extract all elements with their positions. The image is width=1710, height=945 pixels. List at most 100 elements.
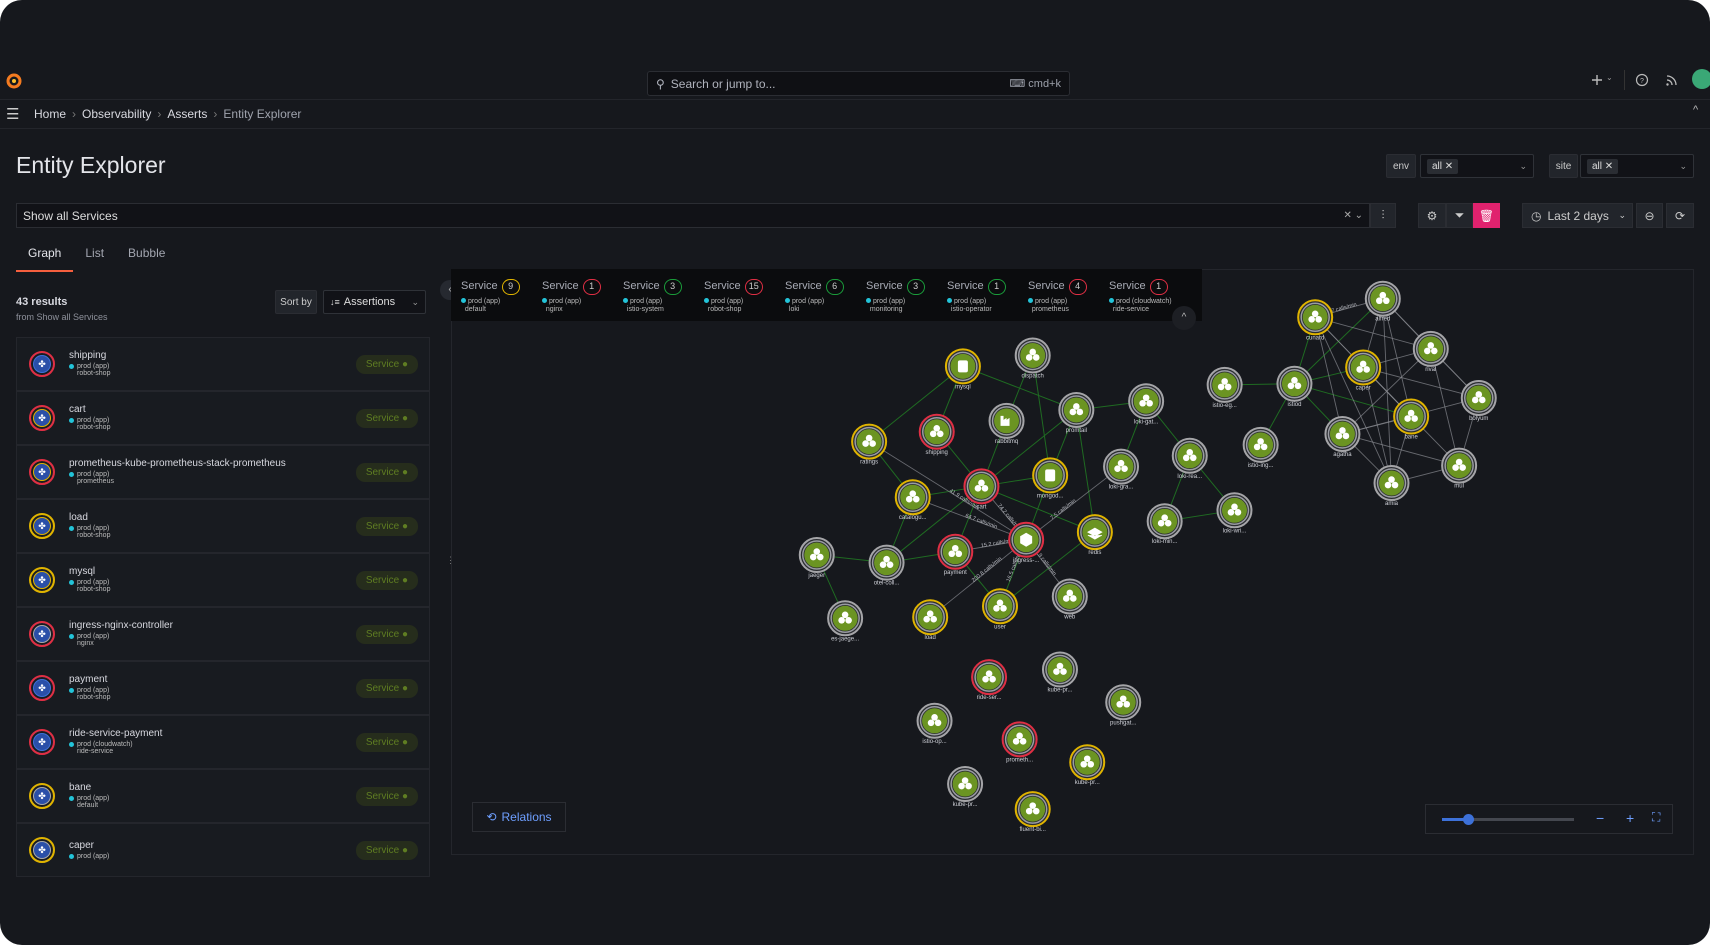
graph-node[interactable]: promtail <box>1058 391 1095 434</box>
zoom-slider-handle[interactable] <box>1463 814 1475 825</box>
service-group[interactable]: Service 3 prod (app) istio-system <box>623 279 704 321</box>
service-group[interactable]: Service 4 prod (app) prometheus <box>1028 279 1109 321</box>
graph-node[interactable]: es-jaege... <box>827 600 864 642</box>
time-range-picker[interactable]: ◷ Last 2 days ⌄ <box>1522 203 1633 228</box>
graph-node[interactable]: ratings <box>851 423 888 466</box>
service-icon <box>1411 415 1418 422</box>
graph-node[interactable]: redis <box>1076 514 1113 556</box>
graph-node[interactable]: amia <box>1373 465 1410 507</box>
graph-node[interactable]: cunard <box>1297 299 1334 341</box>
graph-node[interactable]: catalogu... <box>894 479 931 521</box>
graph-node[interactable]: ride-ser... <box>971 659 1008 701</box>
settings-button[interactable]: ⚙ <box>1418 203 1446 228</box>
graph-node[interactable]: loki-rea... <box>1171 437 1208 480</box>
list-item[interactable]: ✤ cart prod (app) robot-shop Service ● <box>16 391 430 445</box>
entity-graph[interactable]: 41.9 calls/min 64.7 calls/min 74.2 calls/m… <box>451 269 1694 855</box>
service-group[interactable]: Service 6 prod (app) loki <box>785 279 866 321</box>
list-item[interactable]: ✤ shipping prod (app) robot-shop Service … <box>16 337 430 391</box>
avatar[interactable] <box>1692 69 1710 89</box>
collapse-groups-button[interactable]: ^ <box>1172 306 1196 330</box>
graph-node[interactable]: bolyum <box>1460 379 1497 422</box>
list-item[interactable]: ✤ payment prod (app) robot-shop Service ● <box>16 661 430 715</box>
graph-node[interactable]: istiod <box>1276 365 1313 408</box>
graph-node[interactable]: load <box>912 599 949 641</box>
graph-node[interactable]: otel-coll... <box>868 544 905 587</box>
search-input[interactable]: ⚲ Search or jump to... ⌨ cmd+k <box>647 71 1070 96</box>
filter-button[interactable]: ⏷ <box>1446 203 1473 228</box>
graph-node[interactable]: prometh... <box>1001 721 1038 763</box>
news-icon[interactable] <box>1665 73 1679 87</box>
graph-node[interactable]: istio-eg... <box>1206 366 1243 409</box>
graph-node[interactable]: shipping <box>918 413 955 456</box>
env-filter-select[interactable]: all ✕ ⌄ <box>1420 154 1534 178</box>
service-icon <box>965 782 972 790</box>
menu-icon[interactable]: ☰ <box>6 105 19 123</box>
zoom-in-icon[interactable]: + <box>1626 810 1634 826</box>
graph-node[interactable]: agatha <box>1324 415 1361 458</box>
refresh-button[interactable]: ⟳ <box>1666 203 1694 228</box>
graph-node[interactable]: ingress-... <box>1008 521 1045 564</box>
grafana-logo-icon[interactable] <box>5 70 23 90</box>
help-icon[interactable]: ? <box>1635 73 1649 87</box>
graph-node[interactable]: mongod... <box>1032 457 1069 499</box>
graph-node[interactable]: istio-op... <box>916 702 953 745</box>
remove-icon[interactable]: ✕ <box>1605 161 1613 172</box>
graph-node[interactable]: rabbitmq <box>988 402 1025 445</box>
graph-node[interactable]: mul <box>1441 447 1478 490</box>
query-options-button[interactable]: ⫶ <box>1370 203 1396 228</box>
graph-node[interactable]: user <box>981 588 1018 630</box>
list-item[interactable]: ✤ prometheus-kube-prometheus-stack-prome… <box>16 445 430 499</box>
remove-icon[interactable]: ✕ <box>1445 161 1453 172</box>
service-group[interactable]: Service 1 prod (app) istio-operator <box>947 279 1028 321</box>
graph-node[interactable]: loki-gat... <box>1128 383 1165 425</box>
list-item[interactable]: ✤ ride-service-payment prod (cloudwatch)… <box>16 715 430 769</box>
list-item[interactable]: ✤ bane prod (app) default Service ● <box>16 769 430 823</box>
service-group[interactable]: Service 15 prod (app) robot-shop <box>704 279 785 321</box>
graph-canvas[interactable]: 41.9 calls/min64.7 calls/min74.2 calls/m… <box>452 270 1695 856</box>
zoom-out-icon[interactable]: − <box>1596 810 1604 826</box>
relations-button[interactable]: ⟲ Relations <box>472 802 566 832</box>
list-item[interactable]: ✤ ingress-nginx-controller prod (app) ngi… <box>16 607 430 661</box>
collapse-icon[interactable]: ^ <box>1693 104 1698 116</box>
graph-node[interactable]: mysql <box>944 348 981 390</box>
graph-node[interactable]: rival <box>1412 330 1449 373</box>
graph-node[interactable]: alfred <box>1364 280 1401 323</box>
list-item[interactable]: ✤ caper prod (app) Service ● <box>16 823 430 877</box>
graph-node[interactable]: kube-pr... <box>947 766 984 808</box>
graph-node[interactable]: pushgat... <box>1105 684 1142 726</box>
graph-node[interactable]: loki-wri... <box>1216 492 1253 534</box>
graph-node[interactable]: dispatch <box>1014 337 1051 379</box>
list-item[interactable]: ✤ load prod (app) robot-shop Service ● <box>16 499 430 553</box>
chevron-down-icon[interactable]: ⌄ <box>1606 73 1613 82</box>
clear-all-button[interactable]: 🗑 <box>1473 203 1500 228</box>
breadcrumb-asserts[interactable]: Asserts <box>167 107 207 121</box>
graph-node[interactable]: caper <box>1345 349 1382 391</box>
breadcrumb-observability[interactable]: Observability <box>82 107 151 121</box>
clear-icon[interactable]: ✕ ⌄ <box>1343 210 1363 221</box>
graph-node[interactable]: bane <box>1393 398 1430 441</box>
zoom-out-time-button[interactable]: ⊖ <box>1636 203 1663 228</box>
graph-node[interactable]: loki-gra... <box>1103 448 1140 491</box>
service-group[interactable]: Service 9 prod (app) default <box>461 279 542 321</box>
graph-node[interactable]: istio-ing... <box>1242 426 1279 469</box>
site-filter-select[interactable]: all ✕ ⌄ <box>1580 154 1694 178</box>
graph-node[interactable]: kube-pr... <box>1069 744 1106 786</box>
fullscreen-icon[interactable]: ⛶ <box>1652 810 1660 825</box>
breadcrumb-home[interactable]: Home <box>34 107 66 121</box>
graph-node[interactable]: kube-pr... <box>1041 651 1078 694</box>
service-group[interactable]: Service 1 prod (app) nginx <box>542 279 623 321</box>
tab-bubble[interactable]: Bubble <box>116 243 177 272</box>
graph-node[interactable]: payment <box>937 533 974 576</box>
sort-select[interactable]: ↓≡ Assertions ⌄ <box>323 290 426 314</box>
graph-node[interactable]: web <box>1051 578 1088 620</box>
graph-node[interactable]: fluent-bi... <box>1014 791 1051 833</box>
graph-node[interactable]: loki-min... <box>1146 503 1183 545</box>
graph-node[interactable]: jaeger <box>798 537 835 579</box>
plus-icon[interactable] <box>1590 73 1604 87</box>
tab-graph[interactable]: Graph <box>16 243 74 272</box>
service-group[interactable]: Service 3 prod (app) monitoring <box>866 279 947 321</box>
tab-list[interactable]: List <box>73 243 116 272</box>
service-icon <box>1182 454 1190 462</box>
query-input[interactable]: Show all Services ✕ ⌄ <box>16 203 1370 228</box>
list-item[interactable]: ✤ mysql prod (app) robot-shop Service ● <box>16 553 430 607</box>
